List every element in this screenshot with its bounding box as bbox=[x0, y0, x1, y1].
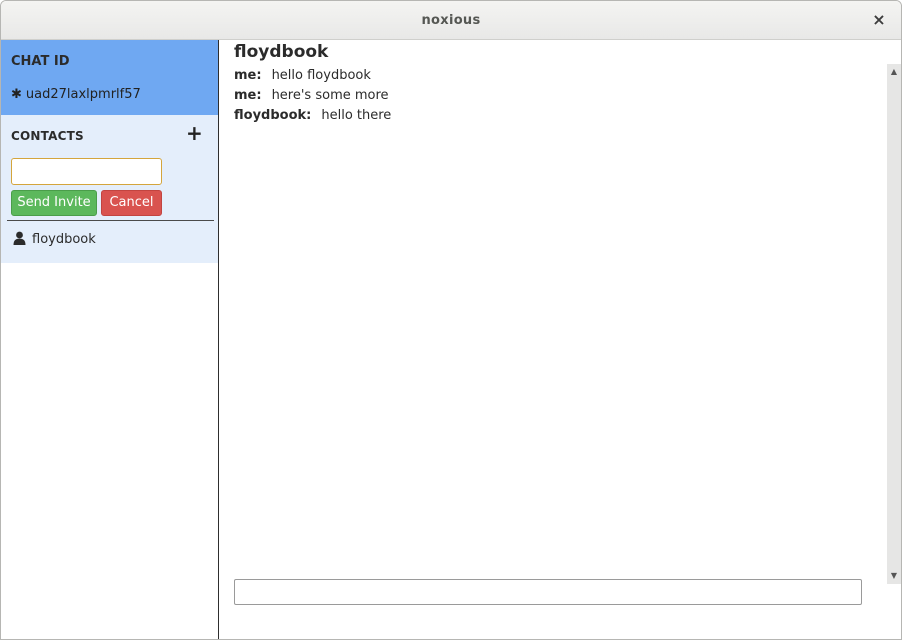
contacts-heading: CONTACTS bbox=[11, 129, 84, 143]
message-sender: me: bbox=[234, 68, 262, 83]
message-sender: floydbook: bbox=[234, 108, 312, 123]
message: me: here's some more bbox=[234, 87, 874, 107]
chat-id-value: uad27laxlpmrlf57 bbox=[25, 87, 141, 102]
app-window: noxious × CHAT ID ✱ uad27laxlpmrlf57 CONT… bbox=[0, 0, 902, 640]
contacts-divider bbox=[7, 220, 214, 221]
invite-input[interactable] bbox=[11, 158, 162, 185]
message-text: here's some more bbox=[271, 88, 389, 103]
send-invite-button[interactable]: Send Invite bbox=[11, 190, 97, 216]
message: floydbook: hello there bbox=[234, 107, 874, 127]
message-sender: me: bbox=[234, 88, 262, 103]
chat-id-panel: CHAT ID ✱ uad27laxlpmrlf57 bbox=[1, 40, 218, 115]
message-list: me: hello floydbook me: here's some more f… bbox=[234, 67, 874, 127]
window-title: noxious bbox=[421, 13, 481, 28]
contact-item[interactable]: floydbook bbox=[13, 231, 96, 251]
close-icon[interactable]: × bbox=[871, 10, 887, 30]
message-text: hello floydbook bbox=[271, 68, 371, 83]
contact-name: floydbook bbox=[32, 232, 96, 247]
sidebar: CHAT ID ✱ uad27laxlpmrlf57 CONTACTS + Sen… bbox=[1, 40, 218, 639]
message-compose-input[interactable] bbox=[234, 579, 862, 605]
chat-id-row: ✱ uad27laxlpmrlf57 bbox=[11, 87, 141, 102]
asterisk-icon: ✱ bbox=[11, 87, 22, 102]
person-icon bbox=[13, 231, 26, 249]
message-text: hello there bbox=[321, 108, 392, 123]
scroll-down-icon[interactable]: ▼ bbox=[887, 570, 901, 582]
contacts-panel: CONTACTS + Send Invite Cancel floydbook bbox=[1, 115, 218, 263]
message-scrollbar[interactable]: ▲ ▼ bbox=[887, 64, 901, 584]
chat-id-heading: CHAT ID bbox=[11, 54, 70, 69]
chat-pane: floydbook me: hello floydbook me: here's s… bbox=[219, 40, 901, 639]
title-bar[interactable]: noxious × bbox=[1, 1, 901, 40]
plus-icon[interactable]: + bbox=[186, 123, 203, 143]
scroll-up-icon[interactable]: ▲ bbox=[887, 66, 901, 78]
message: me: hello floydbook bbox=[234, 67, 874, 87]
chat-contact-title: floydbook bbox=[234, 42, 329, 62]
cancel-button[interactable]: Cancel bbox=[101, 190, 162, 216]
